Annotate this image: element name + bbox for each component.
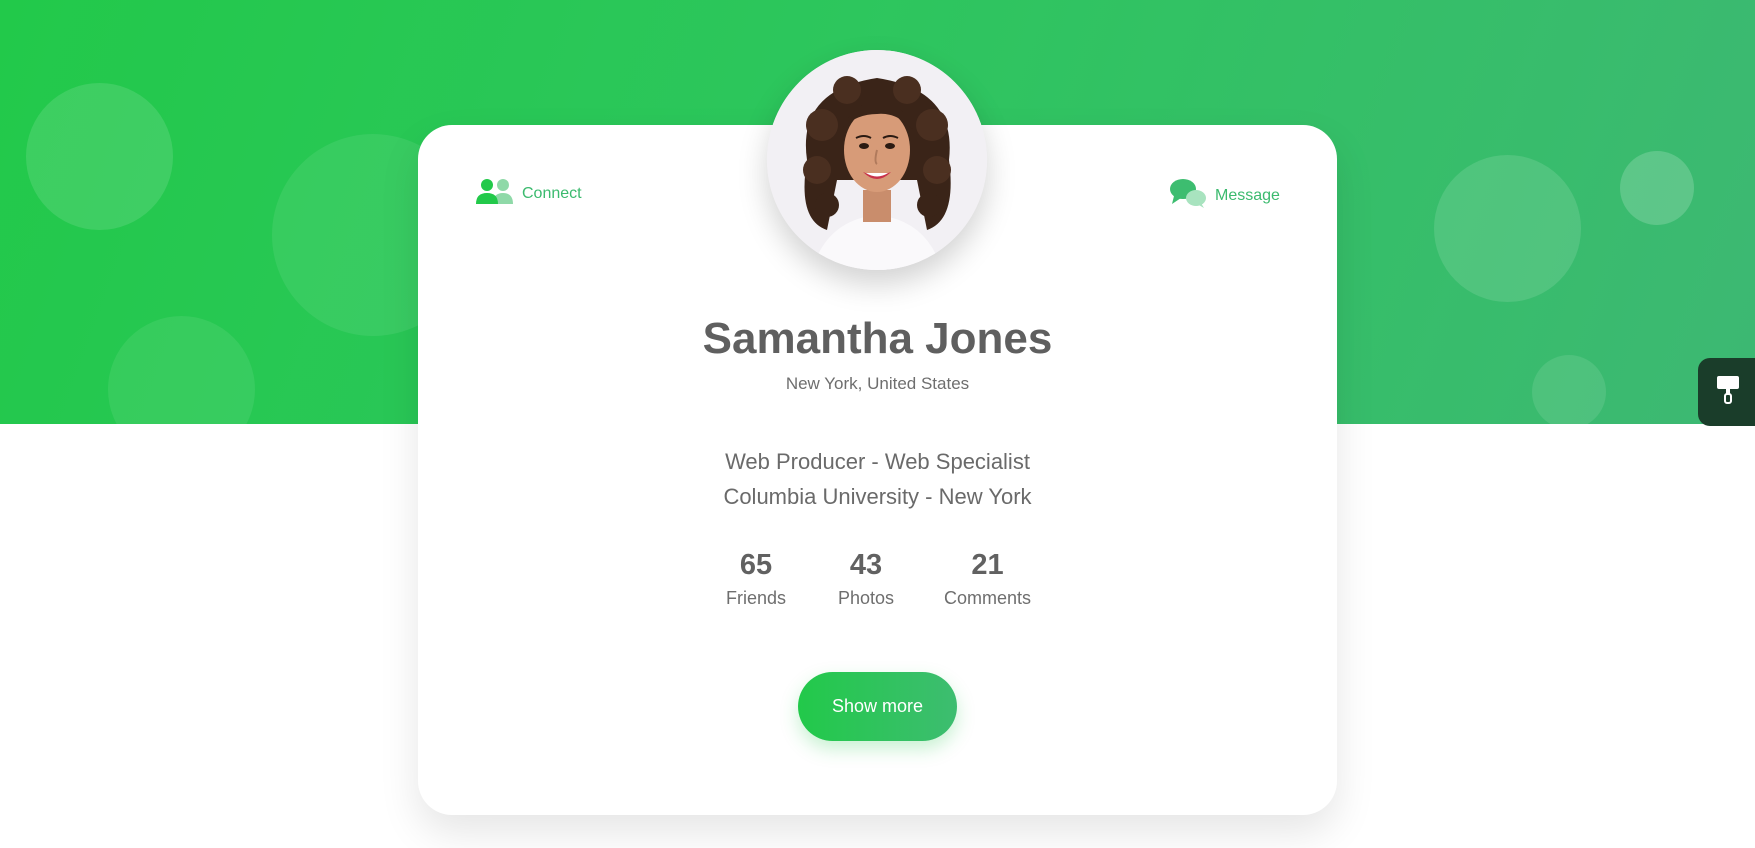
bio-line: Web Producer - Web Specialist — [725, 449, 1030, 474]
decorative-bubble — [1532, 355, 1606, 424]
stat-comments: 21 Comments — [944, 548, 1031, 609]
stat-label: Photos — [837, 588, 894, 608]
profile-location: New York, United States — [785, 374, 970, 393]
stat-value: 43 — [849, 549, 883, 581]
profile-page: Connect Message Samantha Jones New York,… — [0, 0, 1755, 848]
connect-button[interactable]: Connect — [476, 178, 582, 209]
bio-line: Columbia University - New York — [723, 484, 1032, 509]
stat-friends: 65 Friends — [724, 548, 788, 609]
theme-customizer-tab[interactable] — [1698, 358, 1755, 426]
profile-stats: 65 Friends 43 Photos 21 Comments — [418, 548, 1337, 609]
chat-bubbles-icon — [1169, 178, 1207, 213]
connect-label: Connect — [522, 184, 582, 202]
paint-roller-icon — [1716, 375, 1740, 410]
decorative-bubble — [108, 316, 255, 424]
message-button[interactable]: Message — [1169, 178, 1280, 213]
stat-label: Comments — [943, 588, 1032, 608]
show-more-button[interactable]: Show more — [798, 672, 957, 741]
stat-label: Friends — [725, 588, 786, 608]
decorative-bubble — [26, 83, 173, 230]
users-icon — [476, 178, 514, 209]
profile-bio: Web Producer - Web Specialist Columbia U… — [418, 444, 1337, 514]
stat-value: 65 — [739, 549, 773, 581]
message-label: Message — [1215, 186, 1280, 204]
decorative-bubble — [1434, 155, 1581, 302]
decorative-bubble — [1620, 151, 1694, 225]
stat-photos: 43 Photos — [834, 548, 898, 609]
profile-name: Samantha Jones — [702, 314, 1053, 363]
avatar — [767, 50, 987, 270]
stat-value: 21 — [971, 549, 1004, 581]
